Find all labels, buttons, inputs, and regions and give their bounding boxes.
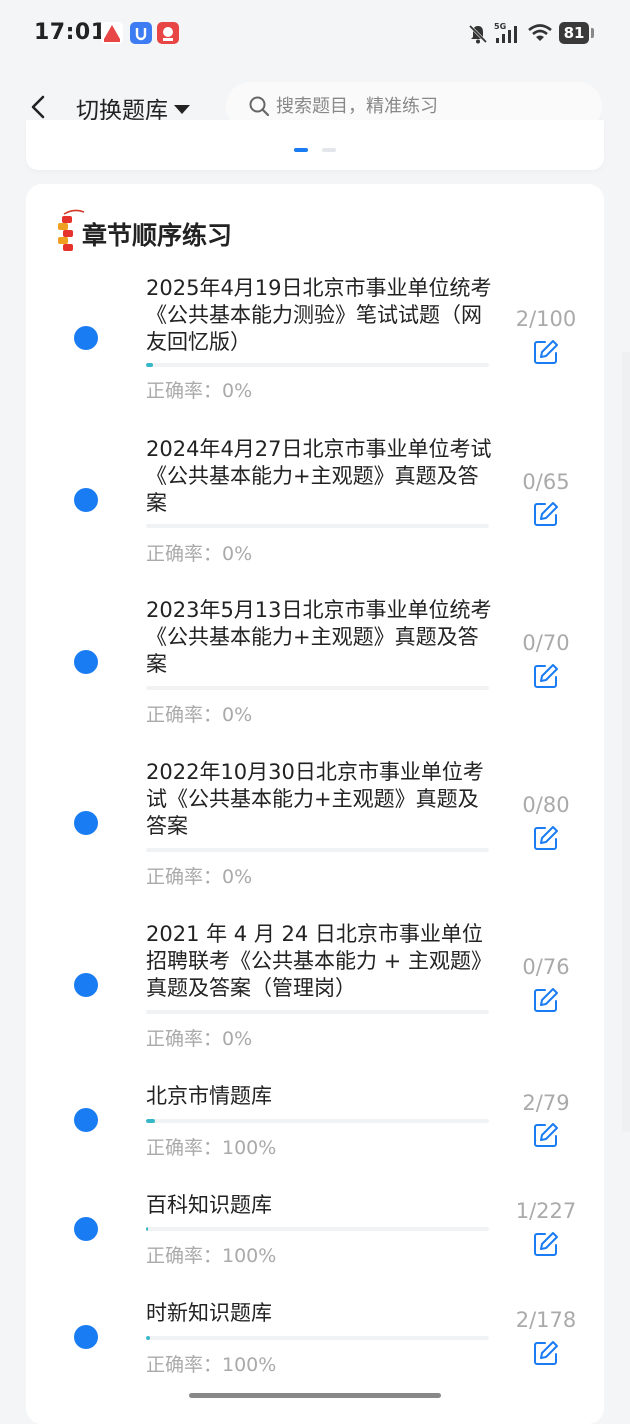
question-count: 2/79 <box>522 1091 570 1115</box>
progress-fill <box>146 1336 150 1340</box>
edit-icon <box>534 1341 558 1365</box>
progress-bar <box>146 1119 489 1123</box>
accuracy-text: 正确率：0% <box>146 866 253 888</box>
item-title: 2024年4月27日北京市事业单位考试《公共基本能力+主观题》真题及答案 <box>146 437 492 515</box>
notification-app-icon <box>101 22 123 44</box>
edit-button[interactable] <box>533 1122 559 1148</box>
back-button[interactable] <box>24 92 54 122</box>
caret-down-icon <box>174 104 190 114</box>
edit-icon <box>534 826 558 850</box>
status-bar: 17:01 5G 81 <box>0 0 630 64</box>
section-title: 章节顺序练习 <box>82 221 233 250</box>
network-type: 5G <box>494 22 506 31</box>
progress-fill <box>146 363 153 367</box>
progress-bar <box>146 1227 489 1231</box>
item-title: 2021 年 4 月 24 日北京市事业单位招聘联考《公共基本能力 + 主观题》… <box>146 922 492 1000</box>
bullet-dot <box>74 1217 98 1241</box>
question-count: 0/76 <box>522 955 570 979</box>
bell-off-icon <box>467 23 489 49</box>
accuracy-text: 正确率：0% <box>146 380 253 402</box>
item-title: 2025年4月19日北京市事业单位统考《公共基本能力测验》笔试试题（网友回忆版） <box>146 276 492 354</box>
edit-button[interactable] <box>533 663 559 689</box>
question-count: 1/227 <box>515 1199 577 1223</box>
bullet-dot <box>74 488 98 512</box>
accuracy-text: 正确率：0% <box>146 1028 253 1050</box>
progress-bar <box>146 363 489 367</box>
accuracy-text: 正确率：0% <box>146 543 253 565</box>
question-count: 2/178 <box>515 1308 577 1332</box>
edit-icon <box>534 1232 558 1256</box>
bullet-dot <box>74 1325 98 1349</box>
scrollbar[interactable] <box>622 352 630 1132</box>
red-app-icon <box>157 22 179 44</box>
banner-card[interactable] <box>26 120 604 170</box>
progress-fill <box>146 1119 155 1123</box>
question-count: 0/80 <box>522 793 570 817</box>
item-title: 时新知识题库 <box>146 1301 272 1325</box>
item-title: 百科知识题库 <box>146 1193 272 1217</box>
bullet-dot <box>74 811 98 835</box>
accuracy-text: 正确率：0% <box>146 704 253 726</box>
bullet-dot <box>74 973 98 997</box>
bullet-dot <box>74 1108 98 1132</box>
carousel-indicator-active[interactable] <box>294 148 308 152</box>
accuracy-text: 正确率：100% <box>146 1354 277 1376</box>
edit-icon <box>534 340 558 364</box>
item-title: 2022年10月30日北京市事业单位考试《公共基本能力+主观题》真题及答案 <box>146 760 484 838</box>
battery-tip <box>591 28 594 38</box>
progress-bar <box>146 1336 489 1340</box>
search-input[interactable] <box>276 95 576 117</box>
search-icon <box>249 96 270 117</box>
edit-button[interactable] <box>533 1340 559 1366</box>
signal-icon: 5G <box>494 21 522 49</box>
battery-icon: 81 <box>559 22 589 44</box>
edit-button[interactable] <box>533 501 559 527</box>
edit-button[interactable] <box>533 987 559 1013</box>
edit-button[interactable] <box>533 339 559 365</box>
progress-bar <box>146 848 489 852</box>
progress-bar <box>146 524 489 528</box>
carousel-indicator[interactable] <box>322 148 336 152</box>
bullet-dot <box>74 326 98 350</box>
bullet-dot <box>74 650 98 674</box>
question-count: 2/100 <box>515 307 577 331</box>
edit-icon <box>534 1123 558 1147</box>
home-indicator[interactable] <box>189 1393 441 1398</box>
accuracy-text: 正确率：100% <box>146 1245 277 1267</box>
chevron-left-icon <box>31 95 45 119</box>
edit-icon <box>534 502 558 526</box>
security-app-icon <box>130 22 152 44</box>
question-count: 0/70 <box>522 631 570 655</box>
wifi-icon <box>527 22 553 48</box>
progress-bar <box>146 686 489 690</box>
edit-button[interactable] <box>533 1231 559 1257</box>
accuracy-text: 正确率：100% <box>146 1137 277 1159</box>
edit-button[interactable] <box>533 825 559 851</box>
item-title: 2023年5月13日北京市事业单位统考《公共基本能力+主观题》真题及答案 <box>146 598 492 676</box>
status-time: 17:01 <box>34 20 107 45</box>
question-count: 0/65 <box>522 470 570 494</box>
progress-fill <box>146 1227 148 1231</box>
item-title: 北京市情题库 <box>146 1084 272 1108</box>
edit-icon <box>534 988 558 1012</box>
edit-icon <box>534 664 558 688</box>
progress-bar <box>146 1010 489 1014</box>
